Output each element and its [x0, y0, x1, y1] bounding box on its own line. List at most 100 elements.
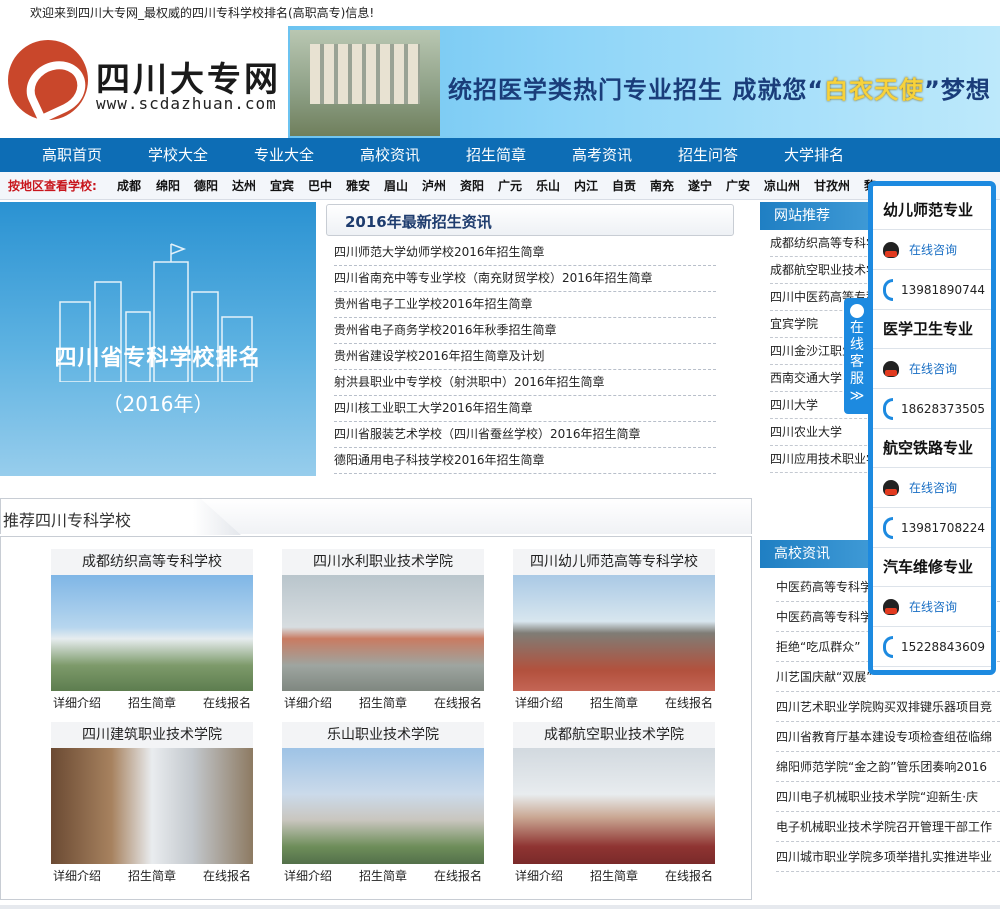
phone-row[interactable]: 13981708224 — [873, 508, 991, 548]
phone-row[interactable]: 15228843609 — [873, 627, 991, 667]
expand-arrow-icon: ≫ — [849, 388, 865, 404]
news-item[interactable]: 贵州省建设学校2016年招生简章及计划 — [334, 344, 716, 370]
college-news-item[interactable]: 绵阳师范学院“金之韵”管乐团奏响2016 — [776, 752, 1000, 782]
school-detail-link[interactable]: 详细介绍 — [53, 864, 101, 888]
site-logo[interactable]: 四川大专网 www.scdazhuan.com — [0, 26, 288, 138]
qq-consult-button[interactable]: 在线咨询 — [873, 349, 991, 389]
recommend-item[interactable]: 四川应用技术职业学院 — [770, 446, 872, 473]
area-link[interactable]: 绵阳 — [156, 172, 180, 199]
school-admission-link[interactable]: 招生简章 — [590, 864, 638, 888]
college-news-item[interactable]: 四川城市职业学院多项举措扎实推进毕业 — [776, 842, 1000, 872]
nav-majors[interactable]: 专业大全 — [234, 138, 334, 172]
phone-row[interactable]: 13981890744 — [873, 270, 991, 310]
news-item[interactable]: 贵州省电子工业学校2016年招生简章 — [334, 292, 716, 318]
area-link[interactable]: 泸州 — [422, 172, 446, 199]
area-link[interactable]: 成都 — [117, 172, 141, 199]
online-service-tab[interactable]: 在线客服 ≫ — [844, 298, 870, 414]
school-detail-link[interactable]: 详细介绍 — [53, 691, 101, 715]
nav-home[interactable]: 高职首页 — [22, 138, 122, 172]
school-photo[interactable] — [513, 575, 715, 691]
school-name[interactable]: 成都航空职业技术学院 — [513, 722, 715, 748]
area-link[interactable]: 雅安 — [346, 172, 370, 199]
school-signup-link[interactable]: 在线报名 — [203, 864, 251, 888]
nav-gaokao[interactable]: 高考资讯 — [552, 138, 652, 172]
qq-icon — [883, 360, 899, 377]
area-link[interactable]: 宜宾 — [270, 172, 294, 199]
school-signup-link[interactable]: 在线报名 — [434, 691, 482, 715]
school-admission-link[interactable]: 招生简章 — [359, 864, 407, 888]
school-card: 四川幼儿师范高等专科学校 详细介绍 招生简章 在线报名 — [513, 549, 715, 715]
service-group: 汽车维修专业 在线咨询 15228843609 — [873, 547, 991, 667]
school-detail-link[interactable]: 详细介绍 — [515, 864, 563, 888]
area-link[interactable]: 自贡 — [612, 172, 636, 199]
school-signup-link[interactable]: 在线报名 — [203, 691, 251, 715]
school-signup-link[interactable]: 在线报名 — [434, 864, 482, 888]
area-link[interactable]: 资阳 — [460, 172, 484, 199]
qq-icon — [883, 598, 899, 615]
school-photo[interactable] — [51, 575, 253, 691]
school-actions: 详细介绍 招生简章 在线报名 — [51, 691, 253, 715]
qq-consult-button[interactable]: 在线咨询 — [873, 587, 991, 627]
school-admission-link[interactable]: 招生简章 — [359, 691, 407, 715]
news-item[interactable]: 射洪县职业中专学校（射洪职中）2016年招生简章 — [334, 370, 716, 396]
school-admission-link[interactable]: 招生简章 — [128, 691, 176, 715]
school-photo[interactable] — [51, 748, 253, 864]
school-name[interactable]: 四川幼儿师范高等专科学校 — [513, 549, 715, 575]
school-detail-link[interactable]: 详细介绍 — [284, 691, 332, 715]
school-signup-link[interactable]: 在线报名 — [665, 691, 713, 715]
area-link[interactable]: 南充 — [650, 172, 674, 199]
recommend-item[interactable]: 成都纺织高等专科学校 — [770, 230, 872, 257]
school-admission-link[interactable]: 招生简章 — [590, 691, 638, 715]
school-photo[interactable] — [282, 748, 484, 864]
phone-icon — [883, 635, 893, 658]
school-detail-link[interactable]: 详细介绍 — [284, 864, 332, 888]
area-link[interactable]: 内江 — [574, 172, 598, 199]
college-news-item[interactable]: 四川艺术职业学院购买双排键乐器项目竞 — [776, 692, 1000, 722]
school-name[interactable]: 四川建筑职业技术学院 — [51, 722, 253, 748]
area-link[interactable]: 广元 — [498, 172, 522, 199]
nav-qa[interactable]: 招生问答 — [658, 138, 758, 172]
news-item[interactable]: 德阳通用电子科技学校2016年招生简章 — [334, 448, 716, 474]
college-news-item[interactable]: 电子机械职业技术学院召开管理干部工作 — [776, 812, 1000, 842]
school-detail-link[interactable]: 详细介绍 — [515, 691, 563, 715]
recommend-title: 网站推荐 — [760, 202, 872, 230]
nav-schools[interactable]: 学校大全 — [128, 138, 228, 172]
school-signup-link[interactable]: 在线报名 — [665, 864, 713, 888]
ranking-banner[interactable]: 四川省专科学校排名 （2016年） — [0, 202, 316, 476]
nav-ranking[interactable]: 大学排名 — [764, 138, 864, 172]
school-photo[interactable] — [282, 575, 484, 691]
news-item[interactable]: 四川省南充中等专业学校（南充财贸学校）2016年招生简章 — [334, 266, 716, 292]
college-news-item[interactable]: 四川省教育厅基本建设专项检查组莅临绵 — [776, 722, 1000, 752]
area-link[interactable]: 眉山 — [384, 172, 408, 199]
area-link[interactable]: 乐山 — [536, 172, 560, 199]
recommend-item[interactable]: 成都航空职业技术学院 — [770, 257, 872, 284]
phone-row[interactable]: 18628373505 — [873, 389, 991, 429]
nav-admission[interactable]: 招生简章 — [446, 138, 546, 172]
header-banner[interactable]: 统招医学类热门专业招生 成就您“白衣天使”梦想 — [288, 26, 1000, 138]
recommend-item[interactable]: 四川农业大学 — [770, 419, 872, 446]
school-name[interactable]: 乐山职业技术学院 — [282, 722, 484, 748]
school-card: 成都航空职业技术学院 详细介绍 招生简章 在线报名 — [513, 722, 715, 888]
nav-news[interactable]: 高校资讯 — [340, 138, 440, 172]
qq-consult-button[interactable]: 在线咨询 — [873, 468, 991, 508]
news-item[interactable]: 四川核工业职工大学2016年招生简章 — [334, 396, 716, 422]
area-link[interactable]: 凉山州 — [764, 172, 800, 199]
area-link[interactable]: 巴中 — [308, 172, 332, 199]
qq-consult-button[interactable]: 在线咨询 — [873, 230, 991, 270]
college-news-item[interactable]: 四川电子机械职业技术学院“迎新生·庆 — [776, 782, 1000, 812]
area-link[interactable]: 甘孜州 — [814, 172, 850, 199]
area-link[interactable]: 德阳 — [194, 172, 218, 199]
news-item[interactable]: 四川省服装艺术学校（四川省蚕丝学校）2016年招生简章 — [334, 422, 716, 448]
news-item[interactable]: 贵州省电子商务学校2016年秋季招生简章 — [334, 318, 716, 344]
news-item[interactable]: 四川师范大学幼师学校2016年招生简章 — [334, 240, 716, 266]
area-link[interactable]: 达州 — [232, 172, 256, 199]
school-photo[interactable] — [513, 748, 715, 864]
school-admission-link[interactable]: 招生简章 — [128, 864, 176, 888]
news-list: 四川师范大学幼师学校2016年招生简章 四川省南充中等专业学校（南充财贸学校）2… — [334, 240, 716, 474]
school-card: 四川水利职业技术学院 详细介绍 招生简章 在线报名 — [282, 549, 484, 715]
banner-building-image — [290, 30, 440, 136]
school-name[interactable]: 四川水利职业技术学院 — [282, 549, 484, 575]
area-link[interactable]: 广安 — [726, 172, 750, 199]
school-name[interactable]: 成都纺织高等专科学校 — [51, 549, 253, 575]
area-link[interactable]: 遂宁 — [688, 172, 712, 199]
